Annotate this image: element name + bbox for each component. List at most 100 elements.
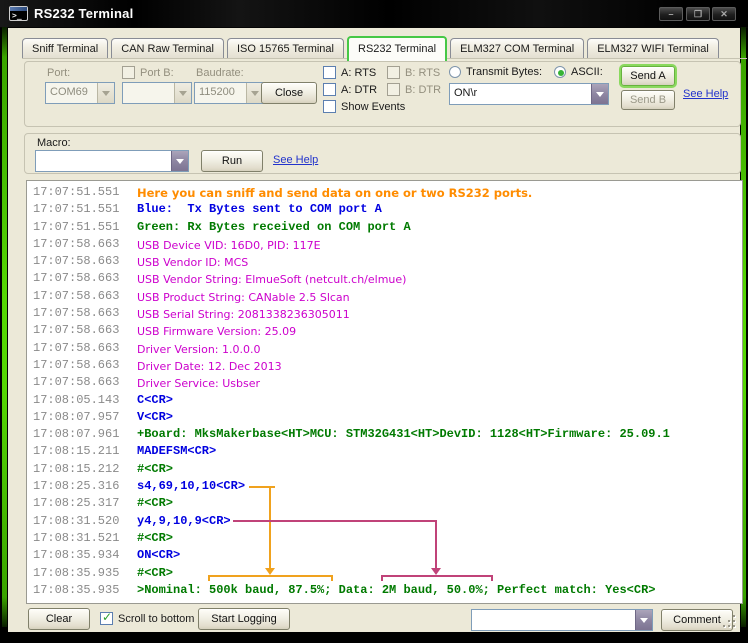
log-row: 17:07:58.663USB Vendor String: ElmueSoft… (33, 271, 742, 288)
comment-combo-value (472, 610, 635, 630)
log-row: 17:07:58.663USB Vendor ID: MCS (33, 254, 742, 271)
log-row: 17:08:31.521#<CR> (33, 531, 742, 548)
port-settings-group: Port: COM69 Port B: Baudrate: 115200 (24, 61, 741, 127)
port-label: Port: (47, 67, 70, 79)
clear-button[interactable]: Clear (28, 608, 90, 630)
nominal-annotation-arrowhead (265, 568, 275, 575)
nominal-annotation-line (269, 486, 271, 568)
macro-combo[interactable] (35, 150, 189, 172)
window-edge-glow-left (2, 27, 7, 627)
log-row: 17:07:58.663USB Device VID: 16D0, PID: 1… (33, 237, 742, 254)
b-rts-checkbox[interactable]: B: RTS (387, 66, 440, 79)
close-window-button[interactable]: ✕ (712, 7, 736, 21)
data-annotation-line (233, 520, 437, 522)
tab-iso-15765-terminal[interactable]: ISO 15765 Terminal (227, 38, 344, 59)
send-text-value: ON\r (450, 84, 591, 104)
baudrate-combo-value: 115200 (195, 83, 246, 103)
port-b-checkbox[interactable]: Port B: (122, 66, 174, 79)
port-b-combo[interactable] (122, 82, 192, 104)
chevron-down-icon[interactable] (591, 84, 608, 104)
chevron-down-icon[interactable] (97, 83, 114, 103)
a-dtr-checkbox[interactable]: A: DTR (323, 83, 377, 96)
ascii-label: ASCII: (571, 66, 603, 78)
client-area: Sniff TerminalCAN Raw TerminalISO 15765 … (8, 28, 740, 632)
check-icon: ✓ (102, 610, 112, 624)
send-b-button[interactable]: Send B (621, 90, 675, 110)
run-macro-button[interactable]: Run (201, 150, 263, 172)
data-annotation-bracket (381, 575, 493, 581)
ascii-radio[interactable]: ASCII: (554, 66, 603, 78)
log-row: 17:08:07.957V<CR> (33, 410, 742, 427)
log-row: 17:08:05.143C<CR> (33, 393, 742, 410)
log-row: 17:07:58.663Driver Service: Usbser (33, 375, 742, 392)
comment-combo[interactable] (471, 609, 653, 631)
b-dtr-checkbox[interactable]: B: DTR (387, 83, 441, 96)
macro-label: Macro: (37, 137, 71, 149)
macro-combo-value (36, 151, 171, 171)
tab-bar: Sniff TerminalCAN Raw TerminalISO 15765 … (22, 36, 719, 59)
tab-elm327-wifi-terminal[interactable]: ELM327 WIFI Terminal (587, 38, 719, 59)
tab-can-raw-terminal[interactable]: CAN Raw Terminal (111, 38, 224, 59)
checkbox-box (122, 66, 135, 79)
resize-grip[interactable] (723, 615, 737, 629)
transmit-bytes-radio[interactable]: Transmit Bytes: (449, 66, 542, 78)
terminal-log[interactable]: 17:07:51.551Here you can sniff and send … (26, 180, 743, 604)
tab-sniff-terminal[interactable]: Sniff Terminal (22, 38, 108, 59)
maximize-button[interactable]: ❒ (686, 7, 710, 21)
log-row: 17:07:58.663USB Firmware Version: 25.09 (33, 323, 742, 340)
port-combo[interactable]: COM69 (45, 82, 115, 104)
send-a-button[interactable]: Send A (621, 66, 675, 86)
a-rts-label: A: RTS (341, 67, 376, 79)
chevron-down-icon[interactable] (174, 83, 191, 103)
checkbox-box (323, 66, 336, 79)
see-help-link[interactable]: See Help (273, 154, 318, 166)
baudrate-combo[interactable]: 115200 (194, 82, 264, 104)
start-logging-button[interactable]: Start Logging (198, 608, 290, 630)
checkbox-box (387, 83, 400, 96)
chevron-down-icon[interactable] (171, 151, 188, 171)
chevron-down-icon[interactable] (635, 610, 652, 630)
send-text-combo[interactable]: ON\r (449, 83, 609, 105)
log-row: 17:08:15.211MADEFSM<CR> (33, 444, 742, 461)
console-icon: >_ (9, 6, 28, 21)
scroll-to-bottom-label: Scroll to bottom (118, 613, 194, 625)
scroll-to-bottom-checkbox[interactable]: ✓ Scroll to bottom (100, 612, 194, 625)
checkbox-box (323, 83, 336, 96)
radio-circle (554, 66, 566, 78)
see-help-link[interactable]: See Help (683, 88, 728, 100)
a-dtr-label: A: DTR (341, 84, 377, 96)
port-b-label: Port B: (140, 67, 174, 79)
log-row: 17:07:51.551Blue: Tx Bytes sent to COM p… (33, 202, 742, 219)
log-row: 17:07:51.551Here you can sniff and send … (33, 185, 742, 202)
log-row: 17:07:58.663Driver Version: 1.0.0.0 (33, 341, 742, 358)
minimize-button[interactable]: – (659, 7, 683, 21)
log-row: 17:08:25.316s4,69,10,10<CR> (33, 479, 742, 496)
a-rts-checkbox[interactable]: A: RTS (323, 66, 376, 79)
show-events-checkbox[interactable]: Show Events (323, 100, 405, 113)
close-port-button[interactable]: Close (261, 82, 317, 104)
log-row: 17:08:07.961+Board: MksMakerbase<HT>MCU:… (33, 427, 742, 444)
log-row: 17:07:58.663USB Product String: CANable … (33, 289, 742, 306)
log-row: 17:08:31.520y4,9,10,9<CR> (33, 514, 742, 531)
b-rts-label: B: RTS (405, 67, 440, 79)
b-dtr-label: B: DTR (405, 84, 441, 96)
log-row: 17:07:58.663USB Serial String: 208133823… (33, 306, 742, 323)
log-rows: 17:07:51.551Here you can sniff and send … (33, 185, 742, 600)
log-row: 17:08:25.317#<CR> (33, 496, 742, 513)
log-row: 17:07:51.551Green: Rx Bytes received on … (33, 220, 742, 237)
data-annotation-line (435, 520, 437, 568)
data-annotation-arrowhead (431, 568, 441, 575)
baudrate-label: Baudrate: (196, 67, 244, 79)
rs232-tab-page: Port: COM69 Port B: Baudrate: 115200 (22, 58, 747, 631)
app-window: >_ RS232 Terminal – ❒ ✕ Sniff TerminalCA… (0, 0, 748, 643)
checkbox-box (323, 100, 336, 113)
checkbox-box: ✓ (100, 612, 113, 625)
port-combo-value: COM69 (46, 83, 97, 103)
radio-circle (449, 66, 461, 78)
checkbox-box (387, 66, 400, 79)
port-b-combo-value (123, 83, 174, 103)
tab-elm327-com-terminal[interactable]: ELM327 COM Terminal (450, 38, 584, 59)
log-row: 17:07:58.663Driver Date: 12. Dec 2013 (33, 358, 742, 375)
title-bar[interactable]: >_ RS232 Terminal – ❒ ✕ (0, 0, 748, 28)
tab-rs232-terminal[interactable]: RS232 Terminal (347, 36, 447, 61)
